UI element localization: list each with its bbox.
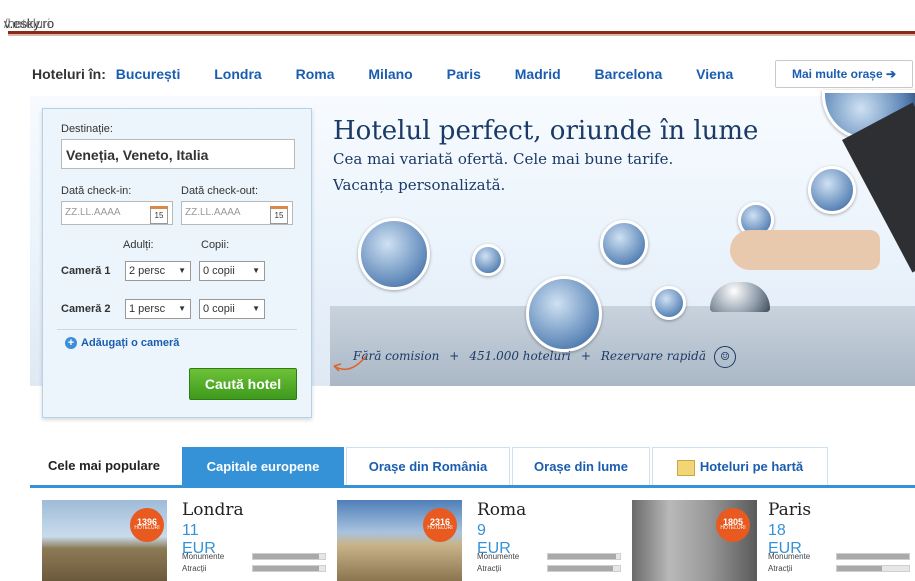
rating-bar-monuments [547, 553, 621, 560]
city-name[interactable]: Roma [477, 500, 526, 520]
rating-bar-attractions [836, 565, 910, 572]
rating-label-monuments: Monumente [182, 552, 225, 561]
calendar-icon[interactable]: 15 [150, 206, 168, 224]
landmark-bubble-small-1 [472, 244, 504, 276]
form-divider [57, 329, 297, 330]
rating-label-monuments: Monumente [477, 552, 520, 561]
destination-tabs: Cele mai populare Capitale europene Oraș… [30, 447, 915, 487]
children-label: Copii: [201, 239, 230, 251]
room-2-adults-select[interactable]: 1 persc ▼ [125, 299, 191, 319]
hotel-search-form: Destinație: Veneția, Veneto, Italia Dată… [42, 108, 312, 418]
hotels-count-badge: 1396 HOTELURI [130, 508, 164, 542]
city-link-barcelona[interactable]: Barcelona [595, 66, 663, 82]
hero-subline-1: Cea mai variată ofertă. Cele mai bune ta… [333, 150, 674, 168]
cities-nav-label: Hoteluri în: [32, 66, 106, 82]
more-cities-button[interactable]: Mai multe orașe ➔ [775, 60, 913, 88]
tab-european-capitals[interactable]: Capitale europene [182, 447, 344, 485]
curved-arrow-icon [333, 355, 367, 372]
tab-hotels-map[interactable]: Hoteluri pe hartă [652, 447, 828, 485]
cities-nav: Hoteluri în: București Londra Roma Milan… [32, 66, 763, 86]
tabs-underline [30, 485, 915, 488]
hero-headline: Hotelul perfect, oriunde în lume [333, 116, 759, 146]
tagline-hotels-count: 451.000 hoteluri [469, 349, 571, 363]
plus-icon: + [65, 337, 77, 349]
rating-bar-monuments [836, 553, 910, 560]
checkin-input[interactable]: ZZ.LL.AAAA 15 [61, 201, 173, 225]
hero-tagline: Fără comision +451.000 hoteluri + Rezervare… [353, 346, 737, 368]
tab-world-cities[interactable]: Orașe din lume [512, 447, 650, 485]
city-link-viena[interactable]: Viena [696, 66, 733, 82]
hero-subline-2: Vacanța personalizată. [333, 176, 506, 194]
rating-bar-monuments [252, 553, 326, 560]
hotels-count-badge: 1805 HOTELURI [716, 508, 750, 542]
room-1-adults-select[interactable]: 2 persc ▼ [125, 261, 191, 281]
room-2-children-select[interactable]: 0 copii ▼ [199, 299, 265, 319]
checkout-placeholder: ZZ.LL.AAAA [185, 207, 241, 218]
adults-label: Adulți: [123, 239, 154, 251]
city-link-paris[interactable]: Paris [447, 66, 481, 82]
city-link-roma[interactable]: Roma [296, 66, 335, 82]
city-link-madrid[interactable]: Madrid [515, 66, 561, 82]
search-hotel-button[interactable]: Caută hotel [189, 368, 297, 400]
checkin-placeholder: ZZ.LL.AAAA [65, 207, 121, 218]
rating-label-monuments: Monumente [768, 552, 811, 561]
city-link-londra[interactable]: Londra [214, 66, 261, 82]
landmark-bubble-capitol [358, 218, 430, 290]
city-link-milano[interactable]: Milano [368, 66, 412, 82]
city-name[interactable]: Paris [768, 500, 811, 520]
rating-bar-attractions [252, 565, 326, 572]
room-2-label: Cameră 2 [61, 303, 111, 315]
chevron-down-icon: ▼ [252, 304, 260, 313]
hotels-count-badge: 2316 HOTELURI [423, 508, 457, 542]
chevron-down-icon: ▼ [178, 266, 186, 275]
rating-label-attractions: Atracții [182, 564, 207, 573]
landmark-bubble-palace [808, 166, 856, 214]
tab-romania-cities[interactable]: Orașe din România [346, 447, 510, 485]
city-link-bucuresti[interactable]: București [116, 66, 181, 82]
checkout-input[interactable]: ZZ.LL.AAAA 15 [181, 201, 293, 225]
landmark-bubble-small-2 [652, 286, 686, 320]
destination-input[interactable]: Veneția, Veneto, Italia [61, 139, 295, 169]
calendar-icon[interactable]: 15 [270, 206, 288, 224]
add-room-link[interactable]: + Adăugați o cameră [65, 337, 179, 349]
header-stripe-light [8, 34, 915, 36]
hand-image [730, 230, 880, 270]
tagline-fast-booking: Rezervare rapidă [600, 349, 707, 363]
city-name[interactable]: Londra [182, 500, 244, 520]
landmark-bubble-arc [600, 220, 648, 268]
checkin-label: Dată check-in: [61, 185, 132, 197]
checkout-label: Dată check-out: [181, 185, 259, 197]
rating-label-attractions: Atracții [768, 564, 793, 573]
chevron-down-icon: ▼ [252, 266, 260, 275]
rating-label-attractions: Atracții [477, 564, 502, 573]
address-bar[interactable]: v.esky.ro/hoteluri [0, 0, 915, 31]
tab-popular[interactable]: Cele mai populare [30, 447, 178, 485]
chevron-down-icon: ▼ [178, 304, 186, 313]
map-icon [676, 459, 695, 476]
rating-bar-attractions [547, 565, 621, 572]
room-1-label: Cameră 1 [61, 265, 111, 277]
destination-label: Destinație: [61, 123, 113, 135]
smiley-icon: ☺ [714, 346, 737, 368]
room-1-children-select[interactable]: 0 copii ▼ [199, 261, 265, 281]
landmark-bubble-liberty [526, 276, 602, 352]
